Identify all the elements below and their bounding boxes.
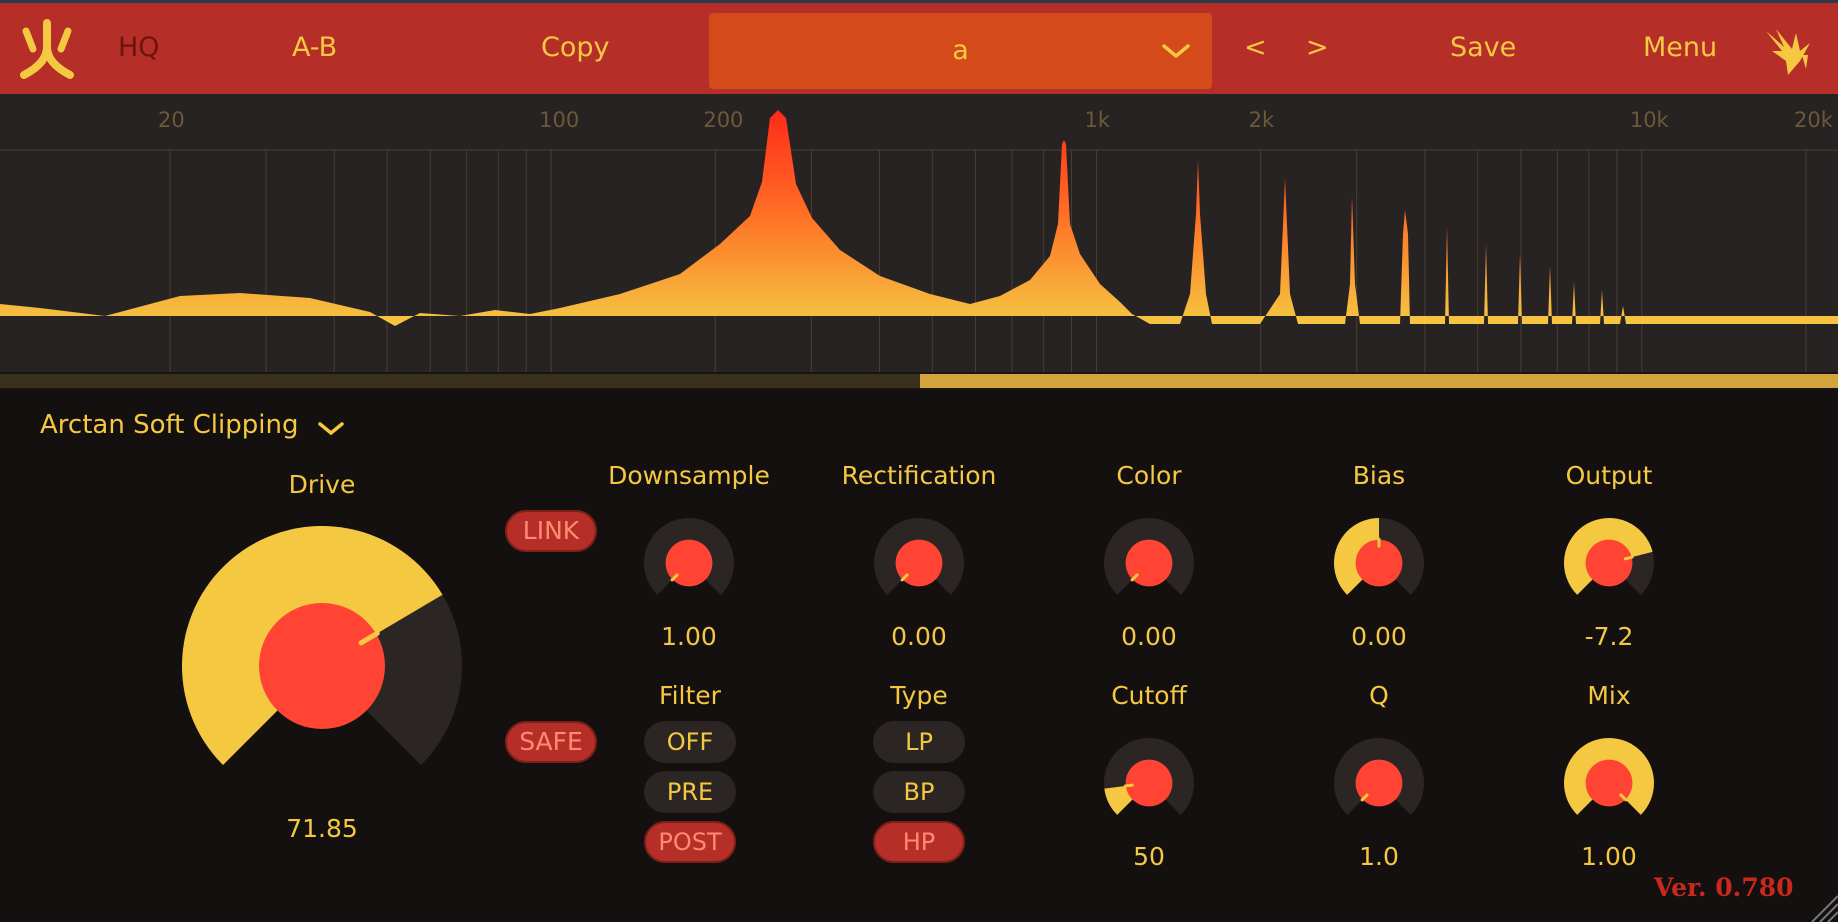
distortion-type-label: Arctan Soft Clipping xyxy=(40,410,299,440)
spectrum-graph xyxy=(0,110,1838,372)
ab-compare-button[interactable]: A-B xyxy=(292,31,337,65)
cutoff-knob[interactable] xyxy=(1102,736,1196,830)
previous-preset-button[interactable]: < xyxy=(1244,31,1267,65)
filter-post-button[interactable]: POST xyxy=(644,821,736,863)
frequency-label: 10k xyxy=(1629,108,1669,132)
filter-label: Filter xyxy=(659,681,721,710)
next-preset-button[interactable]: > xyxy=(1306,31,1329,65)
bird-logo-icon[interactable] xyxy=(1762,25,1816,79)
mix-label: Mix xyxy=(1587,681,1631,710)
type-bp-button[interactable]: BP xyxy=(873,771,965,813)
frequency-label: 20k xyxy=(1794,108,1833,132)
knob-center xyxy=(1585,539,1633,587)
color-label: Color xyxy=(1116,461,1182,490)
knob-center xyxy=(259,603,385,729)
chevron-down-icon xyxy=(318,422,344,436)
output-knob[interactable] xyxy=(1562,516,1656,610)
safe-button[interactable]: SAFE xyxy=(505,721,597,763)
spectrum-range-left[interactable] xyxy=(0,372,920,390)
save-button[interactable]: Save xyxy=(1450,31,1516,65)
filter-pre-button[interactable]: PRE xyxy=(644,771,736,813)
output-value: -7.2 xyxy=(1584,622,1634,651)
downsample-knob[interactable] xyxy=(642,516,736,610)
version-label: Ver. 0.780 xyxy=(1654,873,1794,902)
frequency-label: 200 xyxy=(703,108,744,132)
type-label: Type xyxy=(890,681,948,710)
bias-value: 0.00 xyxy=(1351,622,1407,651)
link-button[interactable]: LINK xyxy=(505,510,597,552)
spectrum-analyzer[interactable]: 20 100 200 1k 2k 10k 20k xyxy=(0,94,1838,390)
knob-center xyxy=(1125,759,1173,807)
cutoff-label: Cutoff xyxy=(1111,681,1187,710)
color-knob[interactable] xyxy=(1102,516,1196,610)
mix-knob[interactable] xyxy=(1562,736,1656,830)
mix-value: 1.00 xyxy=(1581,842,1637,871)
color-value: 0.00 xyxy=(1121,622,1177,651)
plugin-window: HQ A-B Copy a < > Save Menu 20 100 200 1… xyxy=(0,0,1838,922)
knob-pointer xyxy=(1623,555,1634,561)
cutoff-value: 50 xyxy=(1133,842,1165,871)
hq-toggle[interactable]: HQ xyxy=(118,31,160,65)
preset-name: a xyxy=(952,35,969,66)
preset-selector[interactable]: a xyxy=(709,13,1212,89)
q-knob[interactable] xyxy=(1332,736,1426,830)
drive-label: Drive xyxy=(288,470,356,499)
output-label: Output xyxy=(1565,461,1653,490)
frequency-label: 100 xyxy=(539,108,580,132)
rectification-value: 0.00 xyxy=(891,622,947,651)
frequency-label: 1k xyxy=(1084,108,1111,132)
q-label: Q xyxy=(1369,681,1389,710)
type-lp-button[interactable]: LP xyxy=(873,721,965,763)
fire-glyph-icon[interactable] xyxy=(18,19,76,79)
rectification-knob[interactable] xyxy=(872,516,966,610)
type-hp-button[interactable]: HP xyxy=(873,821,965,863)
distortion-type-selector[interactable]: Arctan Soft Clipping xyxy=(40,410,344,446)
copy-button[interactable]: Copy xyxy=(541,31,610,65)
downsample-label: Downsample xyxy=(608,461,770,490)
knob-pointer xyxy=(1123,783,1134,788)
frequency-label: 20 xyxy=(158,108,185,132)
drive-knob[interactable] xyxy=(180,524,464,808)
q-value: 1.0 xyxy=(1359,842,1399,871)
downsample-value: 1.00 xyxy=(661,622,717,651)
frequency-label: 2k xyxy=(1248,108,1275,132)
menu-button[interactable]: Menu xyxy=(1643,31,1717,65)
bias-knob[interactable] xyxy=(1332,516,1426,610)
rectification-label: Rectification xyxy=(841,461,997,490)
drive-value: 71.85 xyxy=(286,814,358,843)
resize-grip-icon[interactable] xyxy=(1804,888,1838,922)
filter-off-button[interactable]: OFF xyxy=(644,721,736,763)
chevron-down-icon xyxy=(1162,44,1190,59)
spectrum-range-right[interactable] xyxy=(920,372,1838,390)
top-bar: HQ A-B Copy a < > Save Menu xyxy=(0,0,1838,94)
bias-label: Bias xyxy=(1352,461,1406,490)
